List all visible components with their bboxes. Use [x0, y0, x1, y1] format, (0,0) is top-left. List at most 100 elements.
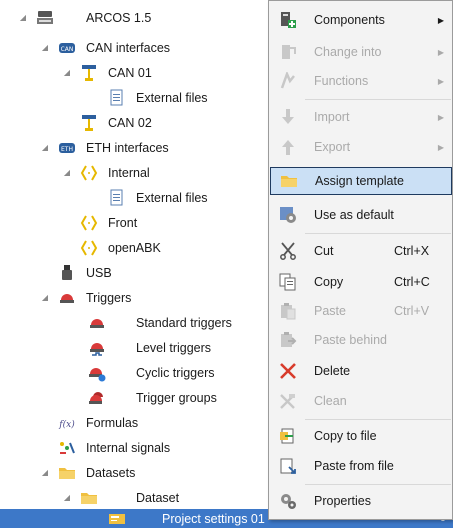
usb-icon: [62, 265, 72, 280]
properties-gear-icon: [281, 494, 296, 509]
collapse-arrow-icon[interactable]: ◢: [18, 13, 28, 23]
paste-behind-icon: [281, 332, 297, 347]
menu-item-copy-to-file[interactable]: Copy to file: [270, 422, 452, 450]
menu-item-label: Copy: [314, 275, 344, 289]
menu-item-components[interactable]: Components ▶: [270, 6, 452, 34]
menu-item-use-as-default[interactable]: Use as default: [270, 201, 452, 229]
menu-item-label: Change into: [314, 45, 382, 59]
submenu-arrow-icon: ▶: [437, 142, 444, 152]
menu-item-label: Properties: [314, 494, 371, 508]
paste-icon: [281, 303, 296, 320]
tree-node-label: CAN interfaces: [86, 41, 171, 56]
can-bus-icon: CAN: [59, 43, 75, 53]
interface-brackets-icon: [80, 240, 98, 256]
can-channel-icon: [82, 65, 96, 81]
tree-node-label: Dataset: [136, 491, 180, 506]
tree-node-label: ETH interfaces: [86, 141, 169, 156]
tree-node-label: External files: [136, 191, 208, 206]
formula-icon: f(x): [58, 419, 75, 430]
svg-text:CAN: CAN: [61, 46, 74, 53]
tree-node-label: USB: [86, 266, 112, 281]
tree-node-label: Level triggers: [136, 341, 212, 356]
copy-to-file-icon: [280, 428, 294, 444]
tree-node-label: openABK: [108, 241, 161, 256]
trigger-icon: [90, 319, 104, 328]
menu-item-delete[interactable]: Delete: [270, 357, 452, 385]
menu-item-label: Import: [314, 110, 350, 124]
import-arrow-icon: [282, 109, 294, 124]
tree-node-label: Internal: [108, 166, 150, 181]
menu-item-label: Cut: [314, 244, 334, 258]
clean-icon: [280, 394, 295, 409]
menu-separator: [305, 419, 451, 420]
menu-item-export[interactable]: Export ▶: [270, 133, 452, 161]
tree-node-label: Trigger groups: [136, 391, 217, 406]
menu-item-label: Assign template: [315, 174, 404, 188]
submenu-arrow-icon: ▶: [437, 47, 444, 57]
menu-separator: [305, 99, 451, 100]
collapse-arrow-icon[interactable]: ◢: [62, 68, 72, 78]
submenu-arrow-icon: ▶: [437, 15, 444, 25]
tree-node-label: Triggers: [86, 291, 132, 306]
export-arrow-icon: [282, 140, 294, 155]
collapse-arrow-icon[interactable]: ◢: [40, 468, 50, 478]
menu-item-shortcut: Ctrl+X: [394, 244, 430, 258]
menu-item-assign-template[interactable]: Assign template: [270, 167, 452, 195]
signal-icon: [60, 442, 75, 454]
collapse-arrow-icon[interactable]: ◢: [40, 143, 50, 153]
menu-item-copy[interactable]: Copy Ctrl+C: [270, 268, 452, 296]
submenu-arrow-icon: ▶: [437, 112, 444, 122]
menu-item-paste[interactable]: Paste Ctrl+V: [270, 297, 452, 325]
collapse-arrow-icon[interactable]: ◢: [62, 493, 72, 503]
default-gear-icon: [280, 207, 296, 223]
tree-node-label: Formulas: [86, 416, 139, 431]
tree-node-label: CAN 01: [108, 66, 152, 81]
menu-item-label: Paste behind: [314, 333, 387, 347]
tree-node-label: Project settings 01: [162, 511, 265, 526]
menu-item-label: Paste from file: [314, 459, 394, 473]
menu-separator: [305, 233, 451, 234]
tree-node-label: ARCOS 1.5: [86, 11, 152, 26]
menu-item-properties[interactable]: Properties: [270, 487, 452, 515]
menu-item-import[interactable]: Import ▶: [270, 103, 452, 131]
tree-node-label: External files: [136, 91, 208, 106]
menu-item-shortcut: Ctrl+C: [394, 275, 430, 289]
menu-item-label: Use as default: [314, 208, 394, 222]
components-icon: [281, 12, 296, 28]
collapse-arrow-icon[interactable]: ◢: [40, 43, 50, 53]
tree-node-label: CAN 02: [108, 116, 152, 131]
menu-item-label: Copy to file: [314, 429, 377, 443]
project-device-icon: [37, 11, 53, 24]
trigger-icon: [60, 294, 74, 303]
level-trigger-icon: [90, 343, 104, 356]
ethernet-bus-icon: ETH: [59, 143, 75, 153]
svg-text:f(x): f(x): [58, 419, 75, 430]
collapse-arrow-icon[interactable]: ◢: [62, 168, 72, 178]
tree-node-label: Internal signals: [86, 441, 171, 456]
menu-item-paste-behind[interactable]: Paste behind: [270, 326, 452, 354]
menu-item-label: Clean: [314, 394, 347, 408]
menu-item-label: Functions: [314, 74, 369, 88]
interface-brackets-icon: [80, 165, 98, 181]
menu-item-functions[interactable]: Functions ▶: [270, 67, 452, 95]
tree-node-label: Cyclic triggers: [136, 366, 215, 381]
folder-icon: [281, 176, 297, 187]
menu-item-cut[interactable]: Cut Ctrl+X: [270, 237, 452, 265]
submenu-arrow-icon: ▶: [437, 76, 444, 86]
delete-x-icon: [280, 363, 296, 379]
paste-from-file-icon: [280, 458, 296, 474]
file-icon: [110, 89, 123, 106]
menu-item-change-into[interactable]: Change into ▶: [270, 38, 452, 66]
folder-icon: [81, 493, 97, 504]
tree-node-label: Datasets: [86, 466, 136, 481]
menu-item-paste-from-file[interactable]: Paste from file: [270, 452, 452, 480]
can-channel-icon: [82, 115, 96, 131]
menu-separator: [305, 484, 451, 485]
settings-card-icon: [109, 514, 125, 524]
collapse-arrow-icon[interactable]: ◢: [40, 293, 50, 303]
copy-icon: [279, 273, 296, 291]
trigger-group-icon: [89, 392, 103, 404]
menu-item-clean[interactable]: Clean: [270, 387, 452, 415]
tree-node-label: Front: [108, 216, 138, 231]
context-menu[interactable]: Components ▶ Change into ▶ Functions ▶ I…: [268, 0, 453, 520]
